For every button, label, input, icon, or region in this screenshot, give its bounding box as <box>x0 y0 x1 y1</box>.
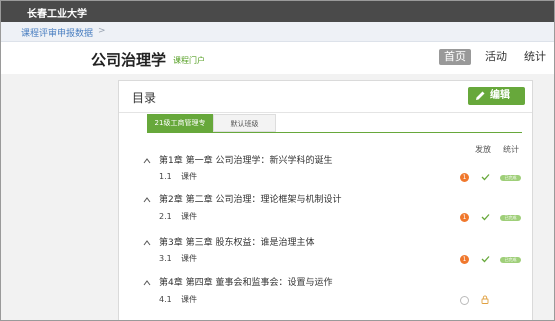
tab-default-class[interactable]: 默认班级 <box>213 114 276 132</box>
breadcrumb-separator: > <box>98 26 106 36</box>
count-badge[interactable]: 1 <box>460 213 469 222</box>
nav-activities[interactable]: 活动 <box>485 49 507 65</box>
item-number: 4.1 <box>159 295 172 304</box>
chapter-title: 第1章 第一章 公司治理学：新兴学科的诞生 <box>159 156 333 166</box>
unpublished-circle[interactable] <box>460 296 469 305</box>
pencil-icon <box>476 91 485 100</box>
course-title: 公司治理学 <box>91 51 167 69</box>
course-header: 公司治理学 课程门户 首页 活动 统计 <box>1 42 554 74</box>
nav-home[interactable]: 首页 <box>439 49 471 65</box>
check-icon[interactable] <box>481 255 490 263</box>
chapter-title: 第3章 第三章 股东权益：谁是治理主体 <box>159 238 315 248</box>
chevron-up-icon[interactable] <box>143 157 151 165</box>
item-label: 课件 <box>181 295 197 304</box>
panel-divider <box>119 112 532 113</box>
count-badge[interactable]: 1 <box>460 255 469 264</box>
chapter-row-partial[interactable] <box>143 317 513 320</box>
nav-statistics[interactable]: 统计 <box>524 49 546 65</box>
tab-class-21[interactable]: 21级工商管理专 <box>147 114 213 132</box>
university-name: 长春工业大学 <box>27 9 87 20</box>
course-portal-label[interactable]: 课程门户 <box>173 55 205 66</box>
check-icon[interactable] <box>481 213 490 221</box>
chevron-up-icon[interactable] <box>143 239 151 247</box>
item-number: 3.1 <box>159 254 172 263</box>
item-number: 1.1 <box>159 172 172 181</box>
chevron-up-icon[interactable] <box>143 279 151 287</box>
chevron-up-icon[interactable] <box>143 196 151 204</box>
app-window: 长春工业大学 课程评审申报数据 > 公司治理学 课程门户 首页 活动 统计 目录… <box>0 0 555 321</box>
item-label: 课件 <box>181 254 197 263</box>
item-label: 课件 <box>181 172 197 181</box>
lock-icon[interactable] <box>481 295 489 304</box>
breadcrumb: 课程评审申报数据 > <box>1 22 554 42</box>
catalog-panel: 目录 编辑 21级工商管理专 默认班级 发放 统计 第1章 第一章 公司治理学：… <box>118 80 533 320</box>
status-pill[interactable]: 已完成 <box>500 257 521 263</box>
count-badge[interactable]: 1 <box>460 173 469 182</box>
edit-button[interactable]: 编辑 <box>468 87 525 105</box>
chapter-row[interactable]: 第1章 第一章 公司治理学：新兴学科的诞生 <box>143 154 513 168</box>
status-pill[interactable]: 已完成 <box>500 215 521 221</box>
breadcrumb-link[interactable]: 课程评审申报数据 <box>21 26 93 39</box>
status-pill[interactable]: 已完成 <box>500 175 521 181</box>
chapter-row[interactable]: 第4章 第四章 董事会和监事会：设置与运作 <box>143 276 513 290</box>
item-number: 2.1 <box>159 212 172 221</box>
chapter-row[interactable]: 第3章 第三章 股东权益：谁是治理主体 <box>143 236 513 250</box>
edit-button-label: 编辑 <box>490 90 510 101</box>
item-label: 课件 <box>181 212 197 221</box>
check-icon[interactable] <box>481 173 490 181</box>
top-bar: 长春工业大学 <box>1 1 554 22</box>
chapter-title: 第4章 第四章 董事会和监事会：设置与运作 <box>159 278 333 288</box>
chapter-title: 第2章 第二章 公司治理：理论框架与机制设计 <box>159 195 342 205</box>
chapter-row[interactable]: 第2章 第二章 公司治理：理论框架与机制设计 <box>143 193 513 207</box>
tab-underline <box>147 132 522 133</box>
panel-title: 目录 <box>132 91 157 105</box>
